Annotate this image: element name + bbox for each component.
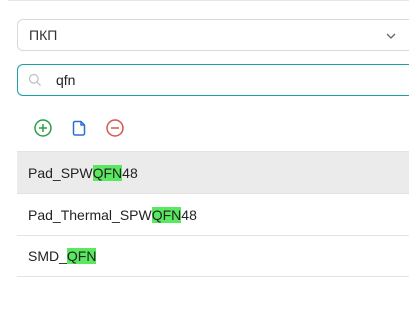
list-item-label: Pad_Thermal_SPWQFN48 bbox=[28, 206, 197, 223]
chevron-down-icon bbox=[385, 29, 397, 41]
search-input[interactable]: qfn bbox=[17, 64, 409, 96]
pad-list: Pad_SPWQFN48 Pad_Thermal_SPWQFN48 SMD_QF… bbox=[17, 151, 409, 277]
remove-button[interactable] bbox=[105, 118, 125, 138]
list-item[interactable]: SMD_QFN bbox=[17, 235, 409, 277]
library-select-value: ПКП bbox=[29, 27, 58, 43]
list-item-label: Pad_SPWQFN48 bbox=[28, 164, 138, 181]
search-match-highlight: QFN bbox=[151, 206, 182, 223]
search-icon bbox=[28, 73, 42, 87]
list-item[interactable]: Pad_Thermal_SPWQFN48 bbox=[17, 193, 409, 235]
add-button[interactable] bbox=[33, 118, 53, 138]
plus-circle-icon bbox=[34, 119, 52, 137]
toolbar bbox=[33, 118, 141, 138]
search-match-highlight: QFN bbox=[92, 164, 123, 181]
search-value: qfn bbox=[56, 72, 76, 88]
document-copy-icon bbox=[72, 120, 86, 136]
pad-library-panel: ПКП qfn Pad_SPWQFN48 Pad_Thermal_SPWQFN4… bbox=[0, 0, 409, 335]
library-select[interactable]: ПКП bbox=[17, 19, 409, 51]
top-divider bbox=[8, 0, 409, 1]
search-match-highlight: QFN bbox=[66, 248, 97, 264]
minus-circle-icon bbox=[106, 119, 124, 137]
list-item-label: SMD_QFN bbox=[28, 248, 97, 264]
copy-button[interactable] bbox=[69, 118, 89, 138]
list-item[interactable]: Pad_SPWQFN48 bbox=[17, 151, 409, 193]
